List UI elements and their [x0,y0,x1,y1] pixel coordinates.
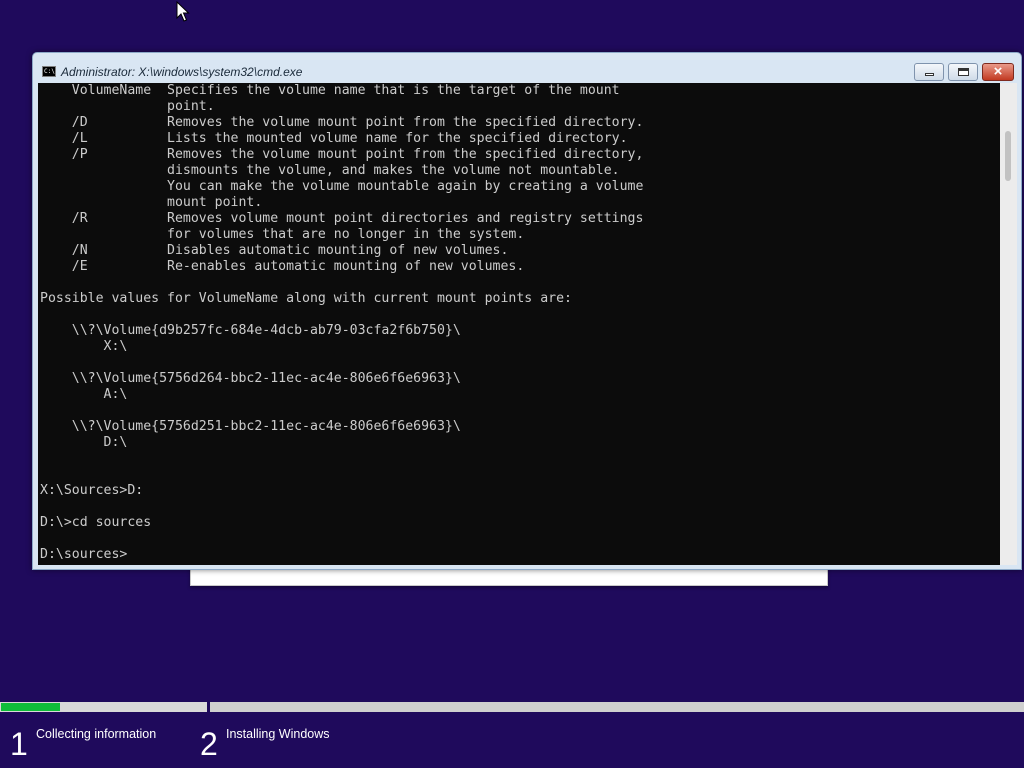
progress-divider [207,702,210,712]
minimize-button[interactable] [914,63,944,81]
maximize-button[interactable] [948,63,978,81]
mouse-pointer-icon [176,1,190,22]
maximize-icon [958,68,969,76]
cmd-app-icon[interactable]: C:\ [42,66,56,77]
step-number: 2 [200,726,218,762]
setup-progress-bar [0,702,1024,712]
progress-fill [1,703,60,711]
close-icon: × [993,63,1003,80]
minimize-icon [925,73,934,76]
step-label: Collecting information [36,727,157,741]
close-button[interactable]: × [982,63,1014,81]
title-bar[interactable]: C:\ Administrator: X:\windows\system32\c… [33,53,1021,83]
step-number: 1 [10,726,28,762]
scrollbar-thumb[interactable] [1005,131,1011,181]
console-text: VolumeName Specifies the volume name tha… [40,83,644,562]
vertical-scrollbar[interactable] [1000,83,1017,565]
window-title: Administrator: X:\windows\system32\cmd.e… [61,65,303,79]
cmd-window[interactable]: C:\ Administrator: X:\windows\system32\c… [32,52,1022,570]
progress-segment-step1 [0,702,207,712]
step-label: Installing Windows [226,727,330,741]
console-output[interactable]: VolumeName Specifies the volume name tha… [38,83,1000,565]
